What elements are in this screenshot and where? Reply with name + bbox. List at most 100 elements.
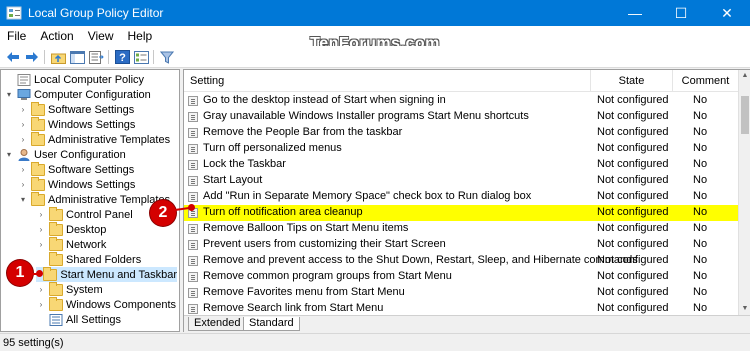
tree-item-label: Shared Folders bbox=[66, 253, 142, 266]
row-setting: Remove Balloon Tips on Start Menu items bbox=[203, 222, 409, 234]
folder-icon bbox=[31, 161, 45, 176]
toolbar-separator bbox=[108, 50, 109, 64]
policy-setting-icon bbox=[188, 256, 198, 266]
column-header-comment[interactable]: Comment bbox=[673, 70, 738, 92]
policy-setting-icon bbox=[188, 192, 198, 202]
callout-dot-1 bbox=[36, 270, 43, 277]
row-state: Not configured bbox=[597, 110, 669, 122]
scroll-up-arrow-icon[interactable]: ▲ bbox=[739, 70, 750, 82]
all-settings-icon bbox=[49, 313, 63, 326]
tree-item-label: Administrative Templates bbox=[48, 133, 171, 146]
policy-setting-icon bbox=[188, 176, 198, 186]
scroll-down-arrow-icon[interactable]: ▼ bbox=[739, 303, 750, 315]
show-hide-tree-icon[interactable] bbox=[69, 49, 85, 65]
tree-item-network[interactable]: › Network bbox=[36, 236, 107, 252]
table-row[interactable]: Remove Favorites menu from Start Menu No… bbox=[184, 285, 738, 301]
tree-item-windows-components[interactable]: › Windows Components bbox=[36, 296, 177, 312]
table-row[interactable]: Start Layout Not configured No bbox=[184, 173, 738, 189]
tree-item-all-settings[interactable]: All Settings bbox=[36, 312, 121, 327]
chevron-right-icon[interactable]: › bbox=[18, 105, 28, 114]
table-row[interactable]: Gray unavailable Windows Installer progr… bbox=[184, 109, 738, 125]
toolbar-separator bbox=[153, 50, 154, 64]
export-list-icon[interactable] bbox=[88, 49, 104, 65]
folder-icon bbox=[49, 281, 63, 296]
svg-text:?: ? bbox=[119, 52, 126, 64]
filter-icon[interactable] bbox=[159, 49, 175, 65]
chevron-right-icon[interactable]: › bbox=[18, 180, 28, 189]
row-state: Not configured bbox=[597, 126, 669, 138]
tree-item-control-panel[interactable]: › Control Panel bbox=[36, 206, 133, 222]
chevron-down-icon[interactable]: ▾ bbox=[4, 150, 14, 159]
tree-item-label: Software Settings bbox=[48, 163, 135, 176]
forward-arrow-icon[interactable] bbox=[24, 49, 40, 65]
row-state: Not configured bbox=[597, 222, 669, 234]
row-comment: No bbox=[693, 174, 708, 186]
list-header: Setting State Comment bbox=[184, 70, 738, 92]
chevron-right-icon[interactable]: › bbox=[18, 165, 28, 174]
row-state: Not configured bbox=[597, 286, 669, 298]
tree-item-user-administrative-templates[interactable]: ▾ Administrative Templates bbox=[18, 191, 170, 207]
tree-item-software-settings[interactable]: › Software Settings bbox=[18, 101, 134, 117]
settings-list-pane: Setting State Comment Go to the desktop … bbox=[183, 69, 750, 332]
scroll-thumb[interactable] bbox=[741, 96, 749, 134]
tree-item-user-configuration[interactable]: ▾ User Configuration bbox=[4, 147, 126, 162]
row-setting: Remove the People Bar from the taskbar bbox=[203, 126, 403, 138]
tree-item-label: Computer Configuration bbox=[34, 88, 151, 101]
tree-item-administrative-templates[interactable]: › Administrative Templates bbox=[18, 131, 171, 147]
row-comment: No bbox=[693, 286, 708, 298]
table-row[interactable]: Remove the People Bar from the taskbar N… bbox=[184, 125, 738, 141]
table-row[interactable]: Prevent users from customizing their Sta… bbox=[184, 237, 738, 253]
row-state: Not configured bbox=[597, 94, 669, 106]
tree-item-user-windows-settings[interactable]: › Windows Settings bbox=[18, 176, 135, 192]
tab-extended[interactable]: Extended bbox=[188, 317, 247, 331]
chevron-right-icon[interactable]: › bbox=[36, 225, 46, 234]
column-header-setting[interactable]: Setting bbox=[184, 70, 591, 92]
row-comment: No bbox=[693, 270, 708, 282]
tree-item-shared-folders[interactable]: Shared Folders bbox=[36, 251, 142, 267]
table-row[interactable]: Turn off personalized menus Not configur… bbox=[184, 141, 738, 157]
vertical-scrollbar[interactable]: ▲ ▼ bbox=[738, 70, 750, 315]
table-row[interactable]: Remove Balloon Tips on Start Menu items … bbox=[184, 221, 738, 237]
tree-item-user-software-settings[interactable]: › Software Settings bbox=[18, 161, 135, 177]
table-row[interactable]: Remove and prevent access to the Shut Do… bbox=[184, 253, 738, 269]
tab-standard[interactable]: Standard bbox=[243, 317, 300, 331]
tree-item-system[interactable]: › System bbox=[36, 281, 103, 297]
table-row[interactable]: Add "Run in Separate Memory Space" check… bbox=[184, 189, 738, 205]
chevron-right-icon[interactable]: › bbox=[18, 120, 28, 129]
up-folder-icon[interactable] bbox=[50, 49, 66, 65]
row-comment: No bbox=[693, 158, 708, 170]
back-arrow-icon[interactable] bbox=[5, 49, 21, 65]
tree-item-label: System bbox=[66, 283, 103, 296]
tree-item-local-computer-policy[interactable]: Local Computer Policy bbox=[4, 72, 144, 87]
maximize-button[interactable]: ☐ bbox=[658, 0, 704, 26]
chevron-right-icon[interactable]: › bbox=[36, 285, 46, 294]
column-header-state[interactable]: State bbox=[591, 70, 673, 92]
table-row[interactable]: Remove Search link from Start Menu Not c… bbox=[184, 301, 738, 315]
chevron-right-icon[interactable]: › bbox=[18, 135, 28, 144]
window-title: Local Group Policy Editor bbox=[28, 6, 164, 20]
callout-dot-2 bbox=[188, 204, 195, 211]
properties-icon[interactable] bbox=[133, 49, 149, 65]
minimize-button[interactable]: — bbox=[612, 0, 658, 26]
chevron-right-icon[interactable]: › bbox=[36, 210, 46, 219]
table-row[interactable]: Go to the desktop instead of Start when … bbox=[184, 93, 738, 109]
chevron-down-icon[interactable]: ▾ bbox=[4, 90, 14, 99]
tree-item-label: Windows Components bbox=[66, 298, 177, 311]
chevron-down-icon[interactable]: ▾ bbox=[18, 195, 28, 204]
close-button[interactable]: ✕ bbox=[704, 0, 750, 26]
tree-item-start-menu-and-taskbar[interactable]: › Start Menu and Taskbar bbox=[36, 266, 177, 282]
tree-item-desktop[interactable]: › Desktop bbox=[36, 221, 106, 237]
row-comment: No bbox=[693, 206, 708, 218]
tree-item-label: Network bbox=[66, 238, 107, 251]
row-setting: Gray unavailable Windows Installer progr… bbox=[203, 110, 529, 122]
row-comment: No bbox=[693, 142, 708, 154]
tree-item-windows-settings[interactable]: › Windows Settings bbox=[18, 116, 135, 132]
row-comment: No bbox=[693, 238, 708, 250]
tree-item-computer-configuration[interactable]: ▾ Computer Configuration bbox=[4, 87, 151, 102]
help-icon[interactable]: ? bbox=[114, 49, 130, 65]
chevron-right-icon[interactable]: › bbox=[36, 240, 46, 249]
table-row[interactable]: Remove common program groups from Start … bbox=[184, 269, 738, 285]
table-row-highlighted[interactable]: Turn off notification area cleanup Not c… bbox=[184, 205, 738, 221]
chevron-right-icon[interactable]: › bbox=[36, 300, 46, 309]
table-row[interactable]: Lock the Taskbar Not configured No bbox=[184, 157, 738, 173]
